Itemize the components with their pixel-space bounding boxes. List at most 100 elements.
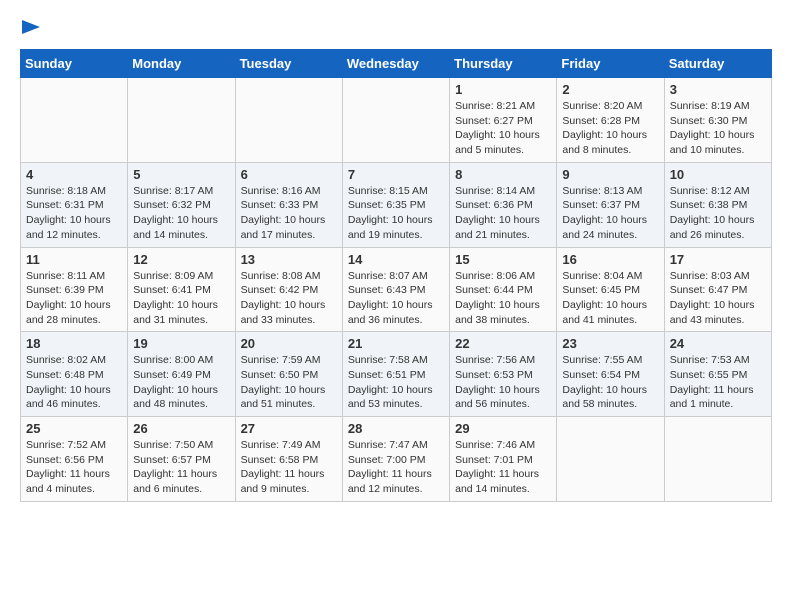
header-sunday: Sunday (21, 50, 128, 78)
day-cell: 18 Sunrise: 8:02 AMSunset: 6:48 PMDayligh… (21, 332, 128, 417)
day-detail: Sunrise: 8:18 AMSunset: 6:31 PMDaylight:… (26, 184, 122, 243)
day-detail: Sunrise: 7:52 AMSunset: 6:56 PMDaylight:… (26, 438, 122, 497)
day-number: 7 (348, 167, 444, 182)
day-number: 24 (670, 336, 766, 351)
day-number: 9 (562, 167, 658, 182)
day-detail: Sunrise: 8:14 AMSunset: 6:36 PMDaylight:… (455, 184, 551, 243)
day-number: 28 (348, 421, 444, 436)
day-detail: Sunrise: 7:49 AMSunset: 6:58 PMDaylight:… (241, 438, 337, 497)
day-number: 19 (133, 336, 229, 351)
day-number: 10 (670, 167, 766, 182)
header-monday: Monday (128, 50, 235, 78)
day-cell: 24 Sunrise: 7:53 AMSunset: 6:55 PMDayligh… (664, 332, 771, 417)
day-detail: Sunrise: 7:59 AMSunset: 6:50 PMDaylight:… (241, 353, 337, 412)
day-cell: 19 Sunrise: 8:00 AMSunset: 6:49 PMDayligh… (128, 332, 235, 417)
day-cell: 1Sunrise: 8:21 AMSunset: 6:27 PMDaylight… (450, 78, 557, 163)
day-detail: Sunrise: 7:50 AMSunset: 6:57 PMDaylight:… (133, 438, 229, 497)
day-detail: Sunrise: 8:03 AMSunset: 6:47 PMDaylight:… (670, 269, 766, 328)
day-cell: 21 Sunrise: 7:58 AMSunset: 6:51 PMDayligh… (342, 332, 449, 417)
day-cell: 15 Sunrise: 8:06 AMSunset: 6:44 PMDayligh… (450, 247, 557, 332)
day-detail: Sunrise: 7:47 AMSunset: 7:00 PMDaylight:… (348, 438, 444, 497)
day-detail: Sunrise: 8:11 AMSunset: 6:39 PMDaylight:… (26, 269, 122, 328)
day-cell: 17 Sunrise: 8:03 AMSunset: 6:47 PMDayligh… (664, 247, 771, 332)
day-detail: Sunrise: 7:58 AMSunset: 6:51 PMDaylight:… (348, 353, 444, 412)
calendar-header: SundayMondayTuesdayWednesdayThursdayFrid… (21, 50, 772, 78)
day-detail: Sunrise: 7:53 AMSunset: 6:55 PMDaylight:… (670, 353, 766, 412)
header-row: SundayMondayTuesdayWednesdayThursdayFrid… (21, 50, 772, 78)
day-number: 13 (241, 252, 337, 267)
day-detail: Sunrise: 8:08 AMSunset: 6:42 PMDaylight:… (241, 269, 337, 328)
day-detail: Sunrise: 8:09 AMSunset: 6:41 PMDaylight:… (133, 269, 229, 328)
day-cell: 7 Sunrise: 8:15 AMSunset: 6:35 PMDaylight… (342, 162, 449, 247)
day-detail: Sunrise: 8:16 AMSunset: 6:33 PMDaylight:… (241, 184, 337, 243)
header-tuesday: Tuesday (235, 50, 342, 78)
day-detail: Sunrise: 8:04 AMSunset: 6:45 PMDaylight:… (562, 269, 658, 328)
day-cell: 29 Sunrise: 7:46 AMSunset: 7:01 PMDayligh… (450, 417, 557, 502)
day-cell: 14 Sunrise: 8:07 AMSunset: 6:43 PMDayligh… (342, 247, 449, 332)
day-number: 11 (26, 252, 122, 267)
week-row-1: 4 Sunrise: 8:18 AMSunset: 6:31 PMDaylight… (21, 162, 772, 247)
day-cell: 9 Sunrise: 8:13 AMSunset: 6:37 PMDaylight… (557, 162, 664, 247)
day-number: 18 (26, 336, 122, 351)
day-cell: 23Sunrise: 7:55 AMSunset: 6:54 PMDayligh… (557, 332, 664, 417)
day-cell: 6 Sunrise: 8:16 AMSunset: 6:33 PMDaylight… (235, 162, 342, 247)
day-cell: 22Sunrise: 7:56 AMSunset: 6:53 PMDayligh… (450, 332, 557, 417)
day-number: 14 (348, 252, 444, 267)
day-number: 20 (241, 336, 337, 351)
day-number: 8 (455, 167, 551, 182)
day-number: 17 (670, 252, 766, 267)
day-number: 23 (562, 336, 658, 351)
day-cell: 26 Sunrise: 7:50 AMSunset: 6:57 PMDayligh… (128, 417, 235, 502)
day-number: 12 (133, 252, 229, 267)
day-cell (128, 78, 235, 163)
week-row-3: 18 Sunrise: 8:02 AMSunset: 6:48 PMDayligh… (21, 332, 772, 417)
day-number: 26 (133, 421, 229, 436)
day-cell: 8 Sunrise: 8:14 AMSunset: 6:36 PMDaylight… (450, 162, 557, 247)
day-detail: Sunrise: 8:15 AMSunset: 6:35 PMDaylight:… (348, 184, 444, 243)
day-cell: 20 Sunrise: 7:59 AMSunset: 6:50 PMDayligh… (235, 332, 342, 417)
day-detail: Sunrise: 8:19 AMSunset: 6:30 PMDaylight:… (670, 99, 766, 158)
day-detail: Sunrise: 8:00 AMSunset: 6:49 PMDaylight:… (133, 353, 229, 412)
day-number: 6 (241, 167, 337, 182)
day-cell: 3 Sunrise: 8:19 AMSunset: 6:30 PMDaylight… (664, 78, 771, 163)
day-number: 22 (455, 336, 551, 351)
day-number: 2 (562, 82, 658, 97)
day-number: 5 (133, 167, 229, 182)
day-cell: 2 Sunrise: 8:20 AMSunset: 6:28 PMDaylight… (557, 78, 664, 163)
logo (20, 20, 40, 39)
day-detail: Sunrise: 8:02 AMSunset: 6:48 PMDaylight:… (26, 353, 122, 412)
calendar-body: 1Sunrise: 8:21 AMSunset: 6:27 PMDaylight… (21, 78, 772, 502)
day-number: 29 (455, 421, 551, 436)
calendar-table: SundayMondayTuesdayWednesdayThursdayFrid… (20, 49, 772, 502)
day-cell: 16Sunrise: 8:04 AMSunset: 6:45 PMDayligh… (557, 247, 664, 332)
day-detail: Sunrise: 8:06 AMSunset: 6:44 PMDaylight:… (455, 269, 551, 328)
day-number: 27 (241, 421, 337, 436)
header-saturday: Saturday (664, 50, 771, 78)
day-detail: Sunrise: 8:13 AMSunset: 6:37 PMDaylight:… (562, 184, 658, 243)
day-cell: 13 Sunrise: 8:08 AMSunset: 6:42 PMDayligh… (235, 247, 342, 332)
day-cell (21, 78, 128, 163)
day-cell (557, 417, 664, 502)
day-number: 21 (348, 336, 444, 351)
day-cell: 11 Sunrise: 8:11 AMSunset: 6:39 PMDayligh… (21, 247, 128, 332)
day-number: 3 (670, 82, 766, 97)
day-cell (664, 417, 771, 502)
page-header (20, 20, 772, 39)
day-cell: 28 Sunrise: 7:47 AMSunset: 7:00 PMDayligh… (342, 417, 449, 502)
header-friday: Friday (557, 50, 664, 78)
week-row-4: 25 Sunrise: 7:52 AMSunset: 6:56 PMDayligh… (21, 417, 772, 502)
header-thursday: Thursday (450, 50, 557, 78)
day-detail: Sunrise: 8:07 AMSunset: 6:43 PMDaylight:… (348, 269, 444, 328)
day-number: 15 (455, 252, 551, 267)
day-detail: Sunrise: 7:46 AMSunset: 7:01 PMDaylight:… (455, 438, 551, 497)
day-cell: 25 Sunrise: 7:52 AMSunset: 6:56 PMDayligh… (21, 417, 128, 502)
day-number: 4 (26, 167, 122, 182)
day-number: 1 (455, 82, 551, 97)
day-detail: Sunrise: 8:12 AMSunset: 6:38 PMDaylight:… (670, 184, 766, 243)
day-cell: 27 Sunrise: 7:49 AMSunset: 6:58 PMDayligh… (235, 417, 342, 502)
day-number: 25 (26, 421, 122, 436)
header-wednesday: Wednesday (342, 50, 449, 78)
week-row-2: 11 Sunrise: 8:11 AMSunset: 6:39 PMDayligh… (21, 247, 772, 332)
day-cell (235, 78, 342, 163)
day-detail: Sunrise: 8:20 AMSunset: 6:28 PMDaylight:… (562, 99, 658, 158)
